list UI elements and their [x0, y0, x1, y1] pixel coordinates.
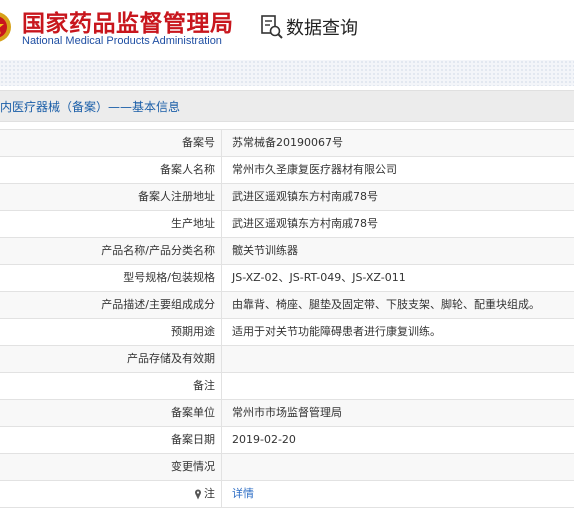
- row-label: 生产地址: [0, 211, 222, 237]
- row-value: 髋关节训练器: [232, 244, 298, 257]
- row-value: [222, 346, 574, 372]
- row-value: 常州市久圣康复医疗器材有限公司: [232, 163, 397, 176]
- site-header: 国家药品监督管理局 National Medical Products Admi…: [0, 0, 574, 60]
- section-title: 内医疗器械（备案）——基本信息: [0, 100, 181, 114]
- row-label-note: 注: [0, 481, 222, 507]
- data-query-label: 数据查询: [286, 18, 358, 39]
- row-label: 变更情况: [0, 454, 222, 480]
- data-query-link[interactable]: 数据查询: [260, 14, 358, 40]
- row-label-text: 注: [204, 487, 215, 500]
- brand-title-en[interactable]: National Medical Products Administration: [22, 35, 222, 47]
- row-label: 备案号: [0, 130, 222, 156]
- row-value: 武进区遥观镇东方村南戚78号: [232, 217, 378, 230]
- row-label: 产品描述/主要组成成分: [0, 292, 222, 318]
- table-row-filing-date: 备案日期 2019-02-20: [0, 427, 574, 454]
- brand-title-cn[interactable]: 国家药品监督管理局: [22, 4, 234, 38]
- row-label: 预期用途: [0, 319, 222, 345]
- header-divider-band: [0, 60, 574, 86]
- table-row-remarks: 备注: [0, 373, 574, 400]
- table-row-filing-authority: 备案单位 常州市市场监督管理局: [0, 400, 574, 427]
- row-label: 备案人注册地址: [0, 184, 222, 210]
- row-value: [222, 454, 574, 480]
- row-label: 产品存储及有效期: [0, 346, 222, 372]
- row-value: 常州市市场监督管理局: [232, 406, 342, 419]
- national-emblem-icon: [0, 12, 11, 42]
- row-value: 苏常械备20190067号: [232, 136, 343, 149]
- row-label: 备案日期: [0, 427, 222, 453]
- table-row-note: 注 详情: [0, 481, 574, 508]
- row-label: 备案单位: [0, 400, 222, 426]
- row-value: 2019-02-20: [232, 433, 296, 446]
- row-label: 产品名称/产品分类名称: [0, 238, 222, 264]
- row-value: JS-XZ-02、JS-RT-049、JS-XZ-011: [232, 271, 406, 284]
- table-row-production-address: 生产地址 武进区遥观镇东方村南戚78号: [0, 211, 574, 238]
- table-row-model-spec: 型号规格/包装规格 JS-XZ-02、JS-RT-049、JS-XZ-011: [0, 265, 574, 292]
- row-label: 备案人名称: [0, 157, 222, 183]
- row-label: 型号规格/包装规格: [0, 265, 222, 291]
- row-value: [222, 373, 574, 399]
- details-link[interactable]: 详情: [222, 481, 574, 507]
- table-row-intended-use: 预期用途 适用于对关节功能障碍患者进行康复训练。: [0, 319, 574, 346]
- table-row-filer-name: 备案人名称 常州市久圣康复医疗器材有限公司: [0, 157, 574, 184]
- table-row-change-history: 变更情况: [0, 454, 574, 481]
- document-search-icon: [261, 15, 283, 39]
- row-value: 武进区遥观镇东方村南戚78号: [232, 190, 378, 203]
- table-row-storage-validity: 产品存储及有效期: [0, 346, 574, 373]
- table-row-product-name: 产品名称/产品分类名称 髋关节训练器: [0, 238, 574, 265]
- table-row-registered-address: 备案人注册地址 武进区遥观镇东方村南戚78号: [0, 184, 574, 211]
- table-row-record-number: 备案号 苏常械备20190067号: [0, 130, 574, 157]
- section-header: 内医疗器械（备案）——基本信息: [0, 90, 574, 122]
- table-row-product-description: 产品描述/主要组成成分 由靠背、椅座、腿垫及固定带、下肢支架、脚轮、配重块组成。: [0, 292, 574, 319]
- pin-icon: [195, 489, 201, 499]
- detail-table: 备案号 苏常械备20190067号 备案人名称 常州市久圣康复医疗器材有限公司 …: [0, 129, 574, 508]
- row-label: 备注: [0, 373, 222, 399]
- row-value: 适用于对关节功能障碍患者进行康复训练。: [232, 325, 441, 338]
- row-value: 由靠背、椅座、腿垫及固定带、下肢支架、脚轮、配重块组成。: [232, 298, 540, 311]
